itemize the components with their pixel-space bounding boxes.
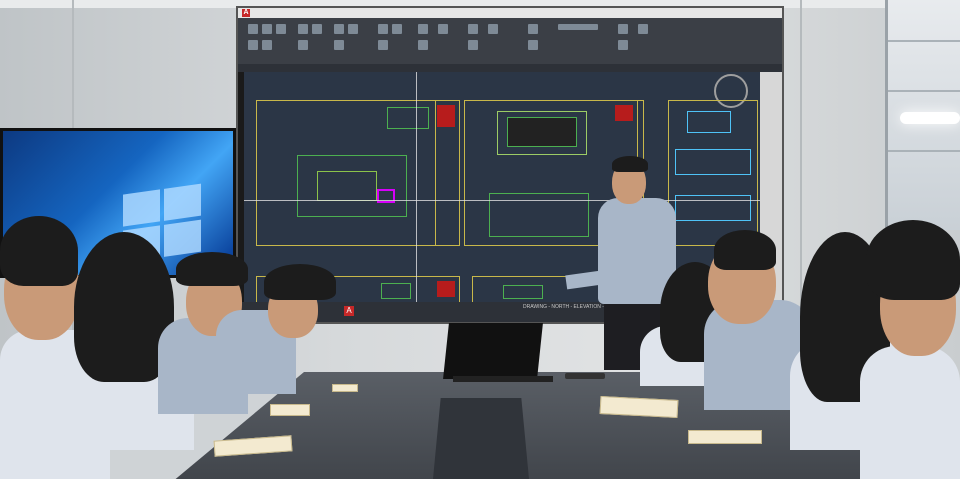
tool-icon <box>248 24 258 34</box>
tool-icon <box>638 24 648 34</box>
layer-dropdown <box>558 24 598 30</box>
tool-icon <box>528 24 538 34</box>
elevation-drawing <box>687 111 731 133</box>
tool-icon <box>392 24 402 34</box>
tool-icon <box>298 40 308 50</box>
tool-icon <box>618 24 628 34</box>
cursor-crosshair <box>244 200 760 201</box>
elevation-drawing <box>675 195 751 221</box>
tool-icon <box>312 24 322 34</box>
window-frame <box>888 90 960 92</box>
cad-tab-bar <box>238 64 782 72</box>
tool-icon <box>488 24 498 34</box>
detail-drawing <box>503 285 543 299</box>
tool-icon <box>334 40 344 50</box>
floor-plan-detail <box>387 107 429 129</box>
laptop-base <box>453 376 553 382</box>
detail-drawing <box>381 283 411 299</box>
tool-icon <box>262 24 272 34</box>
autocad-icon: A <box>242 9 250 17</box>
floor-plan-core <box>317 171 377 201</box>
cad-ribbon-toolbar <box>238 18 782 64</box>
drawing-sheet <box>256 100 460 246</box>
tool-icon <box>378 24 388 34</box>
tool-icon <box>378 40 388 50</box>
phone <box>565 373 605 379</box>
tool-icon <box>262 40 272 50</box>
cursor-crosshair <box>416 72 417 302</box>
tool-icon <box>528 40 538 50</box>
laptop <box>443 323 543 379</box>
notebook <box>270 404 310 416</box>
tool-icon <box>248 40 258 50</box>
tool-icon <box>334 24 344 34</box>
window-frame <box>888 40 960 42</box>
tool-icon <box>276 24 286 34</box>
tool-icon <box>418 24 428 34</box>
notebook <box>688 430 762 444</box>
tool-icon <box>298 24 308 34</box>
meeting-room-scene: A A DRAWING - NORTH - ELEVATION - STYLE <box>0 0 960 479</box>
roof-plan-core <box>507 117 577 147</box>
autocad-taskbar-icon: A <box>344 306 354 316</box>
elevation-drawing <box>675 149 751 175</box>
tool-icon <box>618 40 628 50</box>
tool-icon <box>438 24 448 34</box>
tool-icon <box>348 24 358 34</box>
tool-icon <box>468 24 478 34</box>
tool-icon <box>418 40 428 50</box>
ceiling-lamp <box>900 112 960 124</box>
window-frame <box>888 150 960 152</box>
cad-title-bar: A <box>238 8 782 18</box>
table-center-panel <box>433 398 529 479</box>
drawing-sheet <box>668 100 758 246</box>
tool-icon <box>468 40 478 50</box>
notebook <box>332 384 358 392</box>
